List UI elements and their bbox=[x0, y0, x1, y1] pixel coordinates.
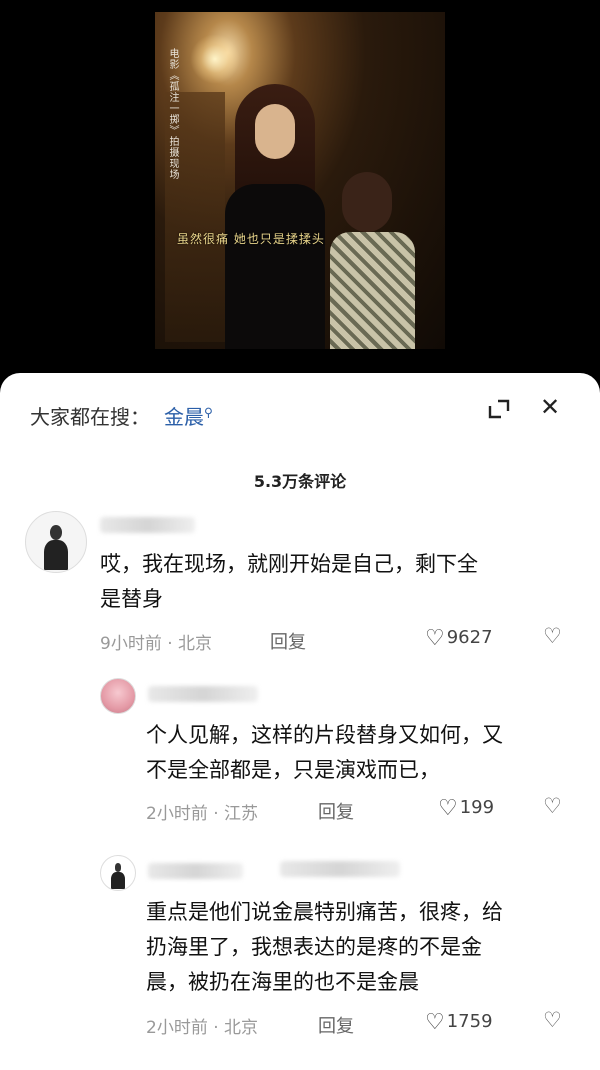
reply-button[interactable]: 回复 bbox=[270, 628, 306, 654]
username-blurred[interactable] bbox=[100, 517, 195, 533]
like-button[interactable]: ♡ 9627 bbox=[425, 626, 493, 651]
search-prefix: 大家都在搜： bbox=[30, 405, 150, 429]
comment-text: 哎，我在现场，就刚开始是自己，剩下全 是替身 bbox=[100, 552, 478, 611]
comment-item: 个人见解，这样的片段替身又如何，又 不是全部都是，只是演戏而已， 2小时前 · … bbox=[0, 678, 600, 838]
video-area[interactable]: 电影《孤注一掷》拍摄现场 虽然很痛 她也只是揉揉头 bbox=[0, 0, 600, 395]
comment-time-location: 9小时前 · 北京 bbox=[100, 634, 213, 654]
heart-icon: ♡ bbox=[438, 796, 458, 821]
actress-figure bbox=[215, 84, 335, 349]
dislike-icon[interactable]: ♡ bbox=[543, 794, 562, 818]
comment-text: 个人见解，这样的片段替身又如何，又 不是全部都是，只是演戏而已， bbox=[146, 723, 503, 782]
comments-sheet: 大家都在搜： 金晨⚲ ✕ 5.3万条评论 哎，我在现场，就刚开始是自己，剩下全 是… bbox=[0, 373, 600, 1070]
search-icon: ⚲ bbox=[204, 405, 213, 420]
username-blurred[interactable] bbox=[148, 686, 258, 702]
like-count: 9627 bbox=[446, 627, 493, 648]
lamp-light bbox=[190, 34, 240, 84]
comment-time-location: 2小时前 · 北京 bbox=[146, 1018, 259, 1038]
like-count: 1759 bbox=[446, 1011, 493, 1032]
avatar[interactable] bbox=[100, 855, 136, 891]
reply-target-blurred[interactable] bbox=[280, 861, 400, 877]
comment-time-location: 2小时前 · 江苏 bbox=[146, 804, 259, 824]
avatar[interactable] bbox=[100, 678, 136, 714]
comments-count: 5.3万条评论 bbox=[253, 472, 347, 491]
search-suggestion[interactable]: 大家都在搜： 金晨⚲ bbox=[30, 401, 213, 430]
comment-item: 哎，我在现场，就刚开始是自己，剩下全 是替身 9小时前 · 北京 回复 ♡ 962… bbox=[0, 511, 600, 661]
search-term-link[interactable]: 金晨 bbox=[164, 405, 204, 429]
comment-item: 重点是他们说金晨特别痛苦，很疼，给 扔海里了，我想表达的是疼的不是金 晨，被扔在… bbox=[0, 855, 600, 1055]
video-player[interactable]: 电影《孤注一掷》拍摄现场 虽然很痛 她也只是揉揉头 bbox=[155, 12, 445, 349]
expand-icon[interactable] bbox=[486, 397, 512, 421]
avatar[interactable] bbox=[25, 511, 87, 573]
close-icon[interactable]: ✕ bbox=[540, 393, 560, 421]
video-vertical-caption: 电影《孤注一掷》拍摄现场 bbox=[167, 48, 178, 180]
reply-button[interactable]: 回复 bbox=[318, 1012, 354, 1038]
dislike-icon[interactable]: ♡ bbox=[543, 624, 562, 648]
like-button[interactable]: ♡ 199 bbox=[438, 796, 494, 821]
username-blurred[interactable] bbox=[148, 863, 243, 879]
heart-icon: ♡ bbox=[425, 626, 445, 651]
crew-figure bbox=[330, 172, 420, 349]
comment-text: 重点是他们说金晨特别痛苦，很疼，给 扔海里了，我想表达的是疼的不是金 晨，被扔在… bbox=[146, 900, 503, 994]
video-subtitle: 虽然很痛 她也只是揉揉头 bbox=[177, 232, 325, 246]
dislike-icon[interactable]: ♡ bbox=[543, 1008, 562, 1032]
like-button[interactable]: ♡ 1759 bbox=[425, 1010, 493, 1035]
reply-button[interactable]: 回复 bbox=[318, 798, 354, 824]
heart-icon: ♡ bbox=[425, 1010, 445, 1035]
like-count: 199 bbox=[459, 797, 495, 818]
